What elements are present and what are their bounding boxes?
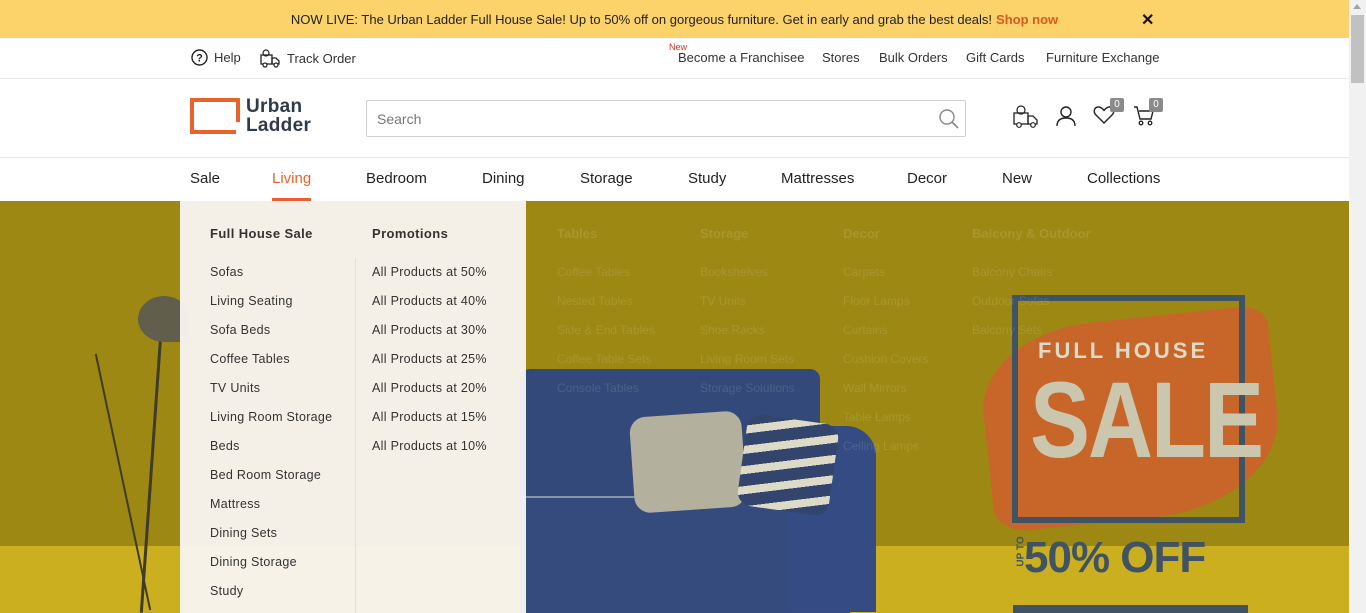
ghost-link: Carpets xyxy=(843,265,886,279)
logo-text: Urban Ladder xyxy=(246,97,311,135)
help-label: Help xyxy=(214,50,241,65)
dropdown-link-coffee-tables[interactable]: Coffee Tables xyxy=(210,352,290,366)
dropdown-link-beds[interactable]: Beds xyxy=(210,439,240,453)
help-link[interactable]: ? Help xyxy=(191,49,241,66)
living-dropdown: Full House Sale Sofas Living Seating Sof… xyxy=(180,201,526,613)
ghost-link: Cushion Covers xyxy=(843,352,929,366)
delivery-icon[interactable] xyxy=(1013,105,1039,129)
cart-count-badge: 0 xyxy=(1149,98,1163,112)
track-order-link[interactable]: Track Order xyxy=(260,49,356,68)
ghost-heading-tables: Tables xyxy=(557,226,598,241)
dropdown-link-promo-30[interactable]: All Products at 30% xyxy=(372,323,487,337)
ghost-link: Table Lamps xyxy=(843,410,912,424)
wishlist-count-badge: 0 xyxy=(1110,98,1124,112)
ghost-link: Nested Tables xyxy=(557,294,633,308)
utility-bar: ? Help Track Order New Become a Franchis… xyxy=(0,38,1349,79)
nav-dining[interactable]: Dining xyxy=(482,170,525,187)
dropdown-link-sofas[interactable]: Sofas xyxy=(210,265,243,279)
dropdown-link-sofa-beds[interactable]: Sofa Beds xyxy=(210,323,270,337)
user-icon[interactable] xyxy=(1055,105,1077,127)
ghost-link: Coffee Table Sets xyxy=(557,352,652,366)
announcement-text: NOW LIVE: The Urban Ladder Full House Sa… xyxy=(290,11,993,27)
scroll-thumb[interactable] xyxy=(1351,15,1364,83)
ghost-heading-decor: Decor xyxy=(843,226,880,241)
nav-mattresses[interactable]: Mattresses xyxy=(781,170,854,187)
ghost-link: Shoe Racks xyxy=(700,323,765,337)
dropdown-link-promo-25[interactable]: All Products at 25% xyxy=(372,352,487,366)
dropdown-link-promo-50[interactable]: All Products at 50% xyxy=(372,265,487,279)
nav-study[interactable]: Study xyxy=(688,170,726,187)
main-nav: Sale Living Bedroom Dining Storage Study… xyxy=(0,158,1349,201)
ghost-link: Living Room Sets xyxy=(700,352,795,366)
search-icon[interactable] xyxy=(938,108,960,130)
ghost-link: Bookshelves xyxy=(700,265,769,279)
ghost-link: Coffee Tables xyxy=(557,265,630,279)
dropdown-link-promo-20[interactable]: All Products at 20% xyxy=(372,381,487,395)
dropdown-divider xyxy=(355,258,356,613)
dropdown-link-promo-10[interactable]: All Products at 10% xyxy=(372,439,487,453)
svg-text:?: ? xyxy=(196,53,203,65)
dropdown-link-dining-sets[interactable]: Dining Sets xyxy=(210,526,277,540)
ghost-link: TV Units xyxy=(700,294,747,308)
logo-mark xyxy=(190,98,240,134)
furniture-exchange-link[interactable]: Furniture Exchange xyxy=(1046,50,1159,65)
ghost-link: Console Tables xyxy=(557,381,639,395)
franchisee-link[interactable]: Become a Franchisee xyxy=(678,50,804,65)
nav-living[interactable]: Living xyxy=(272,170,311,187)
page: NOW LIVE: The Urban Ladder Full House Sa… xyxy=(0,0,1366,613)
dropdown-link-living-seating[interactable]: Living Seating xyxy=(210,294,293,308)
ghost-heading-storage: Storage xyxy=(700,226,749,241)
ghost-link: Curtains xyxy=(843,323,888,337)
ghost-link: Storage Solutions xyxy=(700,381,795,395)
nav-decor[interactable]: Decor xyxy=(907,170,947,187)
ghost-link: Balcony Chairs xyxy=(972,265,1053,279)
logo[interactable]: Urban Ladder xyxy=(190,97,311,135)
dropdown-link-promo-15[interactable]: All Products at 15% xyxy=(372,410,487,424)
dropdown-link-bed-room-storage[interactable]: Bed Room Storage xyxy=(210,468,321,482)
stores-link[interactable]: Stores xyxy=(822,50,860,65)
close-icon[interactable]: ✕ xyxy=(1141,10,1154,30)
search-box xyxy=(366,100,966,137)
dropdown-link-tv-units[interactable]: TV Units xyxy=(210,381,260,395)
nav-bedroom[interactable]: Bedroom xyxy=(366,170,427,187)
logo-line-1: Urban xyxy=(246,96,303,117)
ghost-heading-balcony: Balcony & Outdoor xyxy=(972,226,1091,241)
shop-now-link[interactable]: Shop now xyxy=(996,12,1058,27)
logo-line-2: Ladder xyxy=(246,115,312,136)
bulk-orders-link[interactable]: Bulk Orders xyxy=(879,50,948,65)
nav-sale[interactable]: Sale xyxy=(190,170,220,187)
ghost-link: Balcony Sets xyxy=(972,323,1043,337)
announcement-bar: NOW LIVE: The Urban Ladder Full House Sa… xyxy=(0,0,1349,38)
track-order-label: Track Order xyxy=(287,51,356,66)
ghost-link: Wall Mirrors xyxy=(843,381,907,395)
nav-collections[interactable]: Collections xyxy=(1087,170,1160,187)
ghost-link: Side & End Tables xyxy=(557,323,655,337)
nav-storage[interactable]: Storage xyxy=(580,170,633,187)
dropdown-heading-promotions[interactable]: Promotions xyxy=(372,226,448,241)
ghost-link: Floor Lamps xyxy=(843,294,910,308)
dropdown-link-dining-storage[interactable]: Dining Storage xyxy=(210,555,297,569)
page-scrollbar[interactable] xyxy=(1349,0,1366,613)
dropdown-link-study[interactable]: Study xyxy=(210,584,243,598)
dropdown-heading-full-house-sale[interactable]: Full House Sale xyxy=(210,226,313,241)
truck-icon xyxy=(260,49,280,68)
nav-new[interactable]: New xyxy=(1002,170,1032,187)
dropdown-link-mattress[interactable]: Mattress xyxy=(210,497,260,511)
help-icon: ? xyxy=(191,49,208,66)
dropdown-link-promo-40[interactable]: All Products at 40% xyxy=(372,294,487,308)
dropdown-link-living-room-storage[interactable]: Living Room Storage xyxy=(210,410,332,424)
header: Urban Ladder 0 0 xyxy=(0,79,1349,158)
search-input[interactable] xyxy=(367,101,927,136)
gift-cards-link[interactable]: Gift Cards xyxy=(966,50,1025,65)
ghost-link: Ceiling Lamps xyxy=(843,439,920,453)
ghost-link: Outdoor Sofas xyxy=(972,294,1050,308)
scroll-up-arrow-icon[interactable] xyxy=(1353,4,1361,9)
